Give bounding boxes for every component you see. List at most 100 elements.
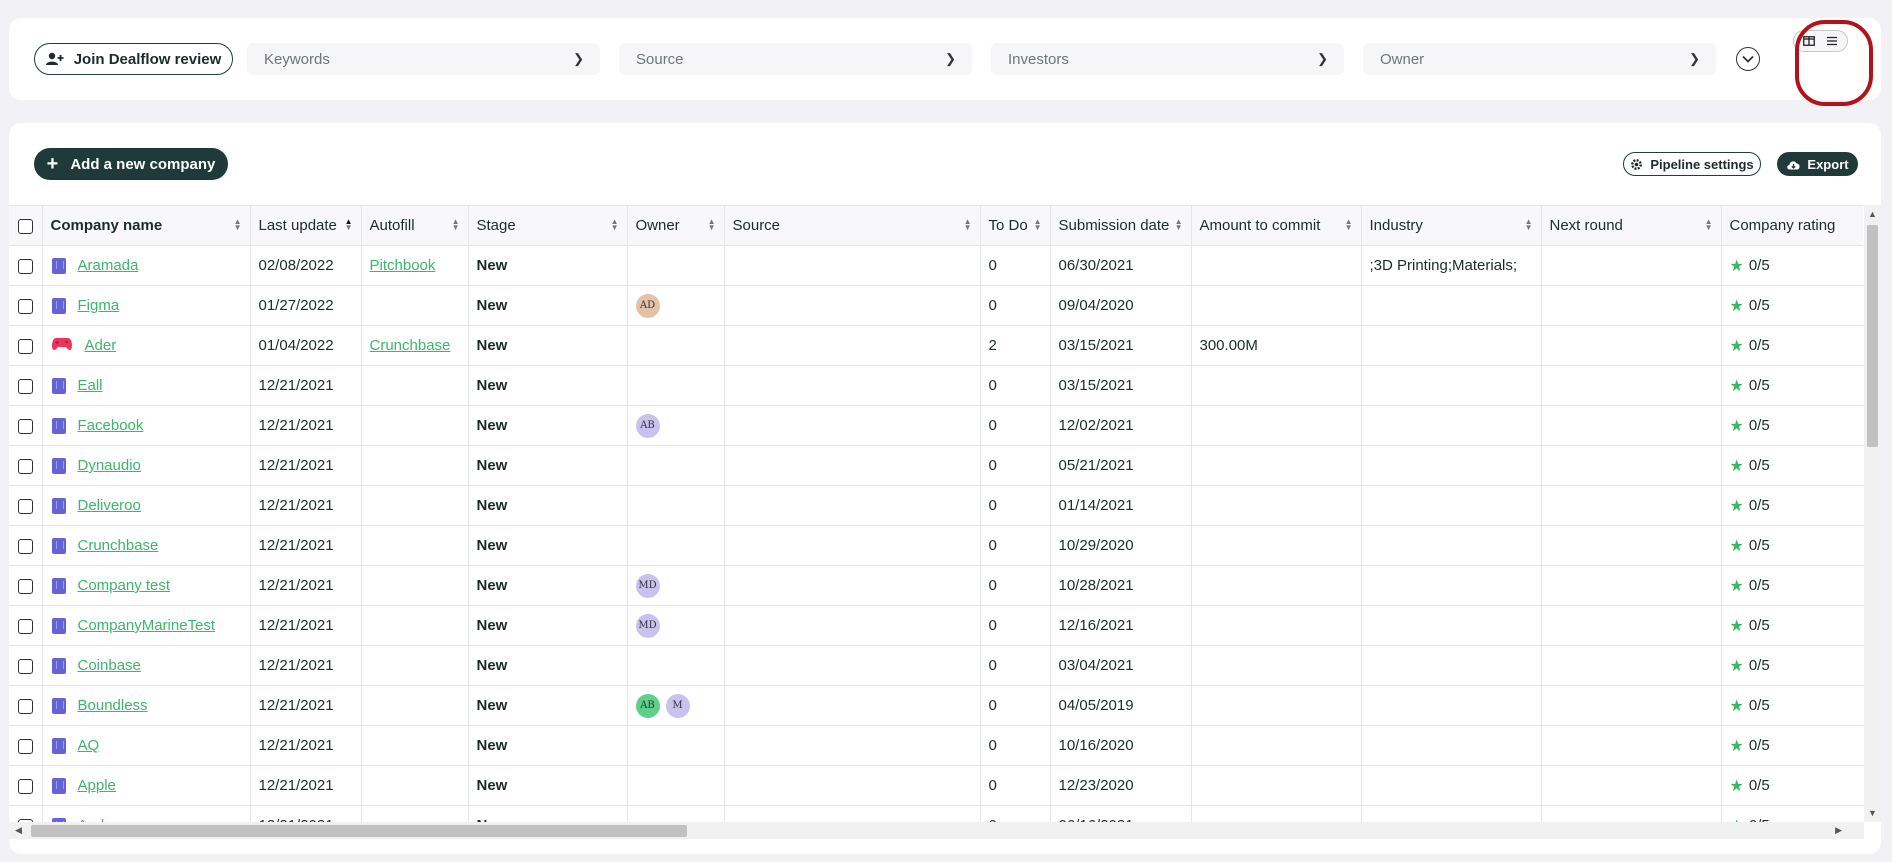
rating-cell[interactable]: ★0/5 xyxy=(1721,805,1863,822)
rating-cell[interactable]: ★0/5 xyxy=(1721,285,1863,326)
company-link[interactable]: Facebook xyxy=(78,417,144,434)
company-link[interactable]: Dynaudio xyxy=(78,457,141,474)
owner-cell[interactable] xyxy=(627,805,725,822)
source-cell[interactable] xyxy=(724,765,981,806)
list-view-button[interactable] xyxy=(1822,33,1842,49)
source-cell[interactable] xyxy=(724,325,981,366)
stage-cell[interactable]: New xyxy=(468,405,628,446)
row-checkbox[interactable] xyxy=(17,258,33,274)
rating-cell[interactable]: ★0/5 xyxy=(1721,525,1863,566)
owner-cell[interactable]: AB xyxy=(627,405,725,446)
row-checkbox[interactable] xyxy=(17,458,33,474)
stage-cell[interactable]: New xyxy=(468,805,628,822)
scroll-down-icon[interactable]: ▼ xyxy=(1868,808,1877,818)
owner-cell[interactable] xyxy=(627,725,725,766)
source-cell[interactable] xyxy=(724,445,981,486)
vertical-scroll-thumb[interactable] xyxy=(1867,225,1878,447)
owner-cell[interactable]: MD xyxy=(627,565,725,606)
column-last-update[interactable]: Last update ▲ ▼ xyxy=(250,205,362,246)
row-checkbox[interactable] xyxy=(17,738,33,754)
pipeline-settings-button[interactable]: Pipeline settings xyxy=(1623,152,1761,176)
autofill-link[interactable]: Crunchbase xyxy=(370,337,451,354)
stage-cell[interactable]: New xyxy=(468,685,628,726)
horizontal-scroll-thumb[interactable] xyxy=(31,825,687,837)
board-view-button[interactable] xyxy=(1799,33,1819,49)
stage-cell[interactable]: New xyxy=(468,725,628,766)
owner-cell[interactable] xyxy=(627,325,725,366)
source-cell[interactable] xyxy=(724,365,981,406)
row-checkbox[interactable] xyxy=(17,618,33,634)
company-link[interactable]: Crunchbase xyxy=(78,537,159,554)
stage-cell[interactable]: New xyxy=(468,365,628,406)
row-checkbox[interactable] xyxy=(17,658,33,674)
owner-avatar[interactable]: AD xyxy=(635,293,660,318)
company-link[interactable]: Boundless xyxy=(78,697,148,714)
more-filters-button[interactable] xyxy=(1736,47,1760,71)
owner-avatar[interactable]: AB xyxy=(635,413,660,438)
owner-avatar[interactable]: M xyxy=(665,693,690,718)
scroll-up-icon[interactable]: ▲ xyxy=(1868,209,1877,219)
horizontal-scrollbar[interactable]: ◀ ▶ xyxy=(9,822,1864,839)
stage-cell[interactable]: New xyxy=(468,565,628,606)
join-dealflow-review-button[interactable]: Join Dealflow review xyxy=(34,43,233,75)
owner-cell[interactable] xyxy=(627,445,725,486)
rating-cell[interactable]: ★0/5 xyxy=(1721,445,1863,486)
column-company-name[interactable]: Company name ▲ ▼ xyxy=(42,205,251,246)
source-cell[interactable] xyxy=(724,685,981,726)
scroll-right-icon[interactable]: ▶ xyxy=(1835,825,1842,836)
company-link[interactable]: Ader xyxy=(85,337,117,354)
row-checkbox[interactable] xyxy=(17,578,33,594)
stage-cell[interactable]: New xyxy=(468,485,628,526)
stage-cell[interactable]: New xyxy=(468,245,628,286)
rating-cell[interactable]: ★0/5 xyxy=(1721,565,1863,606)
rating-cell[interactable]: ★0/5 xyxy=(1721,405,1863,446)
keywords-select[interactable]: Keywords ❯ xyxy=(247,43,600,75)
company-link[interactable]: Figma xyxy=(78,297,120,314)
column-industry[interactable]: Industry ▲ ▼ xyxy=(1361,205,1542,246)
source-cell[interactable] xyxy=(724,605,981,646)
investors-select[interactable]: Investors ❯ xyxy=(991,43,1344,75)
rating-cell[interactable]: ★0/5 xyxy=(1721,245,1863,286)
owner-cell[interactable] xyxy=(627,765,725,806)
company-link[interactable]: AQ xyxy=(78,737,100,754)
source-cell[interactable] xyxy=(724,285,981,326)
rating-cell[interactable]: ★0/5 xyxy=(1721,605,1863,646)
rating-cell[interactable]: ★0/5 xyxy=(1721,325,1863,366)
add-company-button[interactable]: + Add a new company xyxy=(34,148,228,180)
column-submission-date[interactable]: Submission date ▲ ▼ xyxy=(1050,205,1192,246)
column-company-rating[interactable]: Company rating▲▼ xyxy=(1721,205,1863,246)
vertical-scrollbar[interactable]: ▲ ▼ xyxy=(1864,205,1881,822)
owner-cell[interactable] xyxy=(627,645,725,686)
rating-cell[interactable]: ★0/5 xyxy=(1721,365,1863,406)
owner-cell[interactable] xyxy=(627,365,725,406)
owner-cell[interactable] xyxy=(627,245,725,286)
owner-avatar[interactable]: MD xyxy=(635,573,660,598)
company-link[interactable]: Apple xyxy=(78,777,116,794)
source-cell[interactable] xyxy=(724,805,981,822)
company-link[interactable]: Eall xyxy=(78,377,103,394)
owner-cell[interactable] xyxy=(627,485,725,526)
stage-cell[interactable]: New xyxy=(468,285,628,326)
rating-cell[interactable]: ★0/5 xyxy=(1721,685,1863,726)
stage-cell[interactable]: New xyxy=(468,525,628,566)
company-link[interactable]: Aramada xyxy=(78,257,139,274)
row-checkbox[interactable] xyxy=(17,338,33,354)
rating-cell[interactable]: ★0/5 xyxy=(1721,485,1863,526)
stage-cell[interactable]: New xyxy=(468,645,628,686)
stage-cell[interactable]: New xyxy=(468,605,628,646)
row-checkbox[interactable] xyxy=(17,378,33,394)
stage-cell[interactable]: New xyxy=(468,325,628,366)
export-button[interactable]: Export xyxy=(1777,152,1858,176)
source-cell[interactable] xyxy=(724,725,981,766)
scroll-left-icon[interactable]: ◀ xyxy=(15,825,22,836)
rating-cell[interactable]: ★0/5 xyxy=(1721,645,1863,686)
company-link[interactable]: Deliveroo xyxy=(78,497,141,514)
column-next-round[interactable]: Next round ▲ ▼ xyxy=(1541,205,1722,246)
source-cell[interactable] xyxy=(724,405,981,446)
source-cell[interactable] xyxy=(724,245,981,286)
row-checkbox[interactable] xyxy=(17,778,33,794)
column-autofill[interactable]: Autofill ▲ ▼ xyxy=(361,205,469,246)
autofill-link[interactable]: Pitchbook xyxy=(370,257,436,274)
source-cell[interactable] xyxy=(724,645,981,686)
rating-cell[interactable]: ★0/5 xyxy=(1721,725,1863,766)
